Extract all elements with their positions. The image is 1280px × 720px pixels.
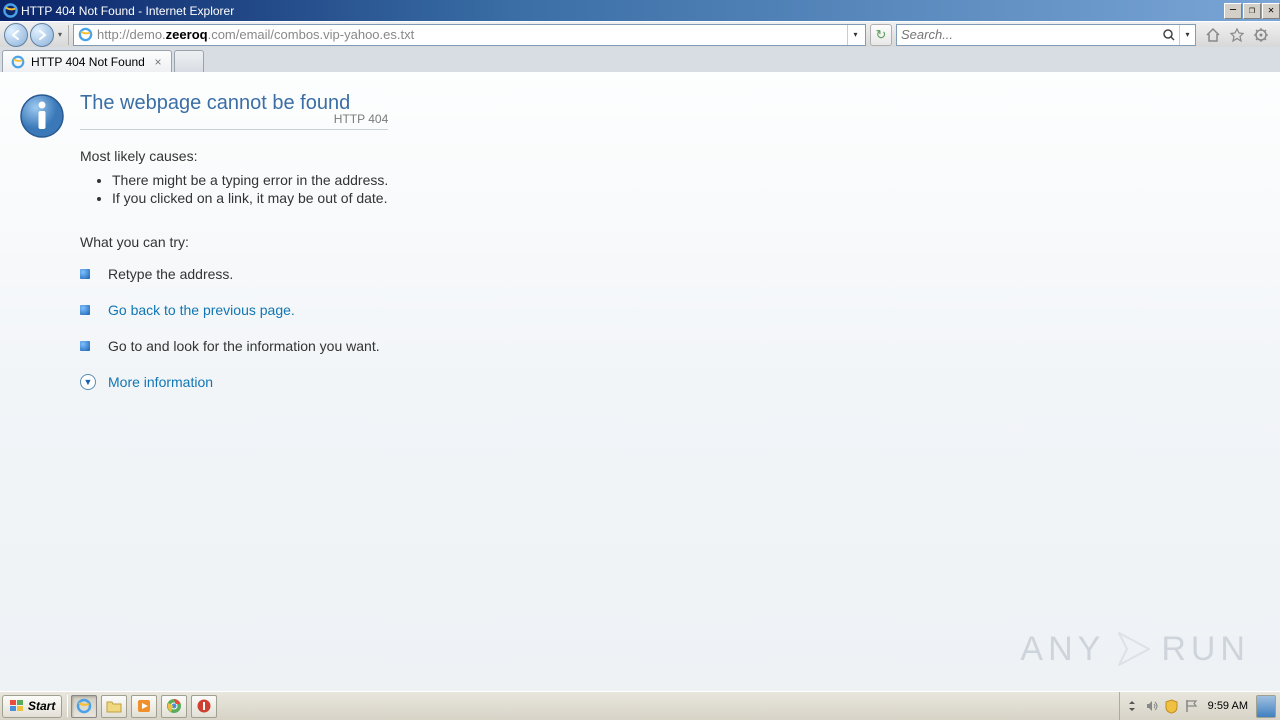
tab-close-button[interactable]: × [151, 55, 165, 69]
url-text[interactable]: http://demo.zeeroq.com/email/combos.vip-… [94, 27, 847, 42]
info-icon [18, 92, 66, 140]
start-label: Start [28, 699, 55, 713]
causes-list: There might be a typing error in the add… [112, 172, 388, 206]
tab-bar: HTTP 404 Not Found × [0, 47, 1280, 72]
start-button[interactable]: Start [2, 695, 62, 718]
system-tray: 9:59 AM [1119, 692, 1280, 720]
windows-flag-icon [9, 699, 25, 713]
search-box[interactable]: ▾ [896, 24, 1196, 46]
refresh-button[interactable]: ↻ [870, 24, 892, 46]
window-title: HTTP 404 Not Found - Internet Explorer [21, 4, 234, 18]
close-button[interactable]: ✕ [1262, 3, 1280, 19]
suggestion-item: Go to and look for the information you w… [80, 338, 388, 354]
suggestion-text: Go to and look for the information you w… [108, 338, 380, 354]
divider: HTTP 404 [80, 129, 388, 130]
forward-button[interactable] [30, 23, 54, 47]
show-desktop-button[interactable] [1256, 695, 1276, 718]
more-info-row[interactable]: ▼ More information [80, 374, 388, 390]
search-input[interactable] [897, 27, 1159, 42]
cause-item: There might be a typing error in the add… [112, 172, 388, 188]
volume-icon[interactable] [1144, 698, 1160, 714]
flag-icon[interactable] [1184, 698, 1200, 714]
taskbar-separator [67, 695, 68, 717]
try-header: What you can try: [80, 234, 388, 250]
home-icon[interactable] [1204, 26, 1222, 44]
address-dropdown-icon[interactable]: ▾ [847, 25, 863, 45]
search-button[interactable] [1159, 25, 1179, 45]
expand-icon[interactable]: ▼ [80, 374, 96, 390]
bullet-icon [80, 269, 90, 279]
window-titlebar: HTTP 404 Not Found - Internet Explorer ─… [0, 0, 1280, 21]
browser-toolbar: ▾ http://demo.zeeroq.com/email/combos.vi… [0, 21, 1280, 47]
taskbar-app-button[interactable] [191, 695, 217, 718]
refresh-icon: ↻ [876, 27, 887, 43]
cause-item: If you clicked on a link, it may be out … [112, 190, 388, 206]
address-bar[interactable]: http://demo.zeeroq.com/email/combos.vip-… [73, 24, 866, 46]
clock[interactable]: 9:59 AM [1204, 700, 1252, 712]
new-tab-button[interactable] [174, 50, 204, 72]
back-button[interactable] [4, 23, 28, 47]
bullet-icon [80, 305, 90, 315]
tools-icon[interactable] [1252, 26, 1270, 44]
search-dropdown-icon[interactable]: ▾ [1179, 25, 1195, 45]
more-info-link[interactable]: More information [108, 374, 213, 390]
minimize-button[interactable]: ─ [1224, 3, 1242, 19]
ie-icon [2, 3, 18, 19]
toolbar-separator [68, 25, 69, 45]
maximize-button[interactable]: ❐ [1243, 3, 1261, 19]
shield-icon[interactable] [1164, 698, 1180, 714]
suggestion-item: Go back to the previous page. [80, 302, 388, 318]
bullet-icon [80, 341, 90, 351]
tab-page-icon [9, 53, 27, 71]
taskbar-chrome-button[interactable] [161, 695, 187, 718]
tab-active[interactable]: HTTP 404 Not Found × [2, 50, 172, 72]
taskbar: Start 9:59 AM [0, 691, 1280, 720]
watermark: ANY RUN [1020, 627, 1250, 671]
taskbar-ie-button[interactable] [71, 695, 97, 718]
tab-title: HTTP 404 Not Found [31, 55, 145, 69]
taskbar-media-button[interactable] [131, 695, 157, 718]
go-back-link[interactable]: Go back to the previous page. [108, 302, 295, 318]
taskbar-explorer-button[interactable] [101, 695, 127, 718]
tray-expand-icon[interactable] [1124, 698, 1140, 714]
page-content: The webpage cannot be found HTTP 404 Mos… [0, 72, 1280, 691]
favorites-icon[interactable] [1228, 26, 1246, 44]
http-code: HTTP 404 [334, 112, 388, 126]
history-dropdown-icon[interactable]: ▾ [56, 30, 64, 39]
causes-header: Most likely causes: [80, 148, 388, 164]
suggestion-text: Retype the address. [108, 266, 233, 282]
page-icon [76, 26, 94, 44]
suggestion-item: Retype the address. [80, 266, 388, 282]
